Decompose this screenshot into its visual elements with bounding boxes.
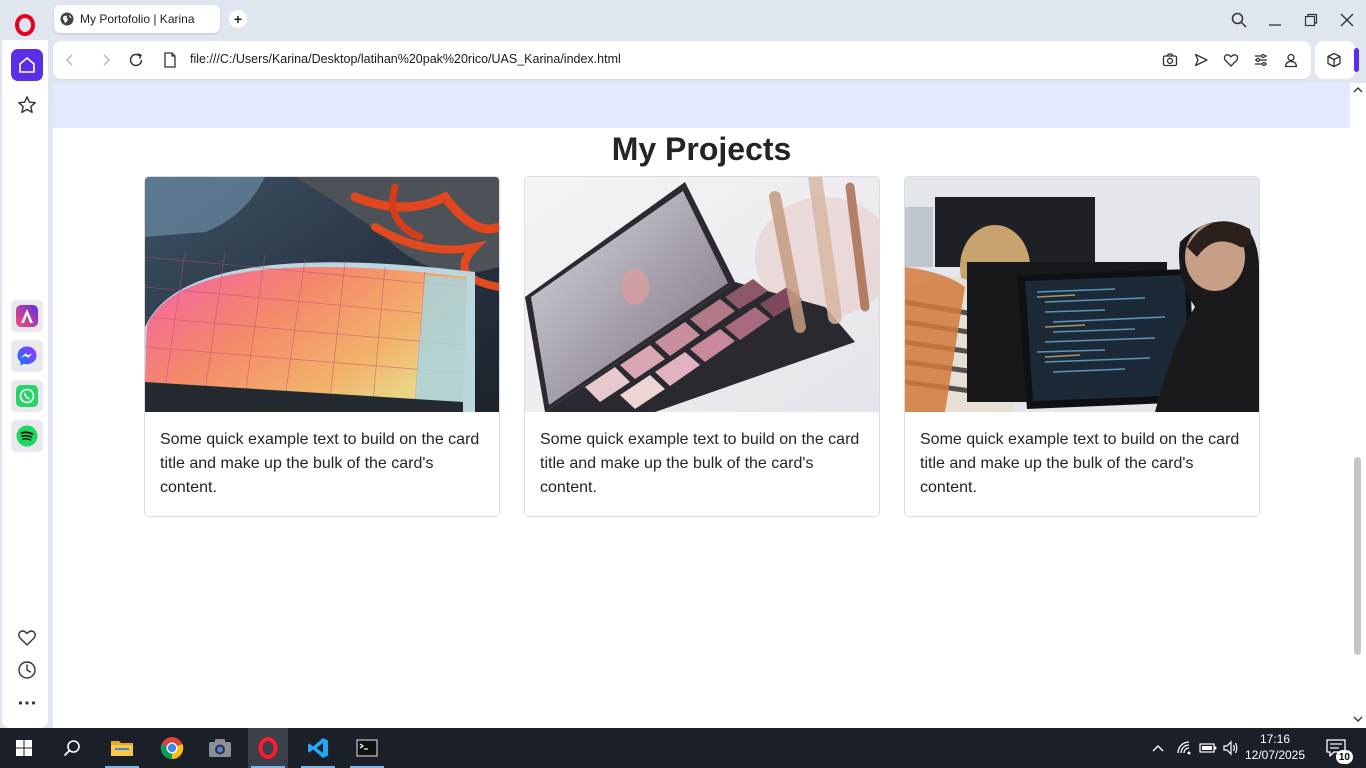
clock-time: 17:16: [1259, 732, 1291, 746]
camera-icon: [1162, 53, 1178, 67]
battery-status[interactable]: [1196, 728, 1220, 768]
messenger-icon: [17, 346, 37, 366]
cube-icon: [1327, 52, 1341, 68]
folder-icon: [111, 741, 133, 756]
address-bar: file:///C:/Users/Karina/Desktop/latihan%…: [53, 41, 1311, 79]
reload-icon: [129, 53, 143, 67]
user-icon: [1284, 53, 1298, 68]
keyboard-and-sneakers-photo: [145, 177, 499, 412]
sidebar-item-spotify[interactable]: [11, 420, 43, 452]
snapshot-button[interactable]: [1161, 51, 1179, 69]
more-dots-icon: [18, 701, 36, 705]
opera-logo-icon[interactable]: [12, 12, 38, 38]
home-button[interactable]: [11, 49, 43, 81]
notification-center-button[interactable]: 10: [1316, 728, 1356, 768]
project-card: Some quick example text to build on the …: [524, 176, 880, 517]
taskbar-clock[interactable]: 17:16 12/07/2025: [1244, 731, 1306, 763]
card-text: Some quick example text to build on the …: [920, 431, 1240, 496]
opera-icon: [258, 737, 278, 759]
file-icon: [161, 51, 179, 69]
heart-icon: [18, 630, 36, 646]
settings-sliders-icon: [1255, 53, 1267, 67]
makeup-palette-photo: [525, 177, 879, 412]
extensions-button[interactable]: [1315, 41, 1355, 79]
taskbar-search-button[interactable]: [52, 728, 92, 768]
browser-tab[interactable]: My Portofolio | Karina: [54, 5, 220, 33]
scroll-up-arrow-icon[interactable]: [1353, 86, 1363, 94]
close-button[interactable]: [1335, 8, 1359, 32]
start-button[interactable]: [4, 728, 44, 768]
taskbar-camera[interactable]: [200, 728, 240, 768]
taskbar-opera[interactable]: [248, 728, 288, 768]
flow-button[interactable]: [1192, 51, 1210, 69]
project-card: Some quick example text to build on the …: [144, 176, 500, 517]
profile-button[interactable]: [1282, 51, 1300, 69]
speaker-icon: [1223, 740, 1238, 756]
windows-taskbar: 17:16 12/07/2025 10: [0, 728, 1366, 768]
star-icon: [18, 96, 36, 114]
clock-date: 12/07/2025: [1244, 748, 1306, 762]
taskbar-file-explorer[interactable]: [102, 728, 142, 768]
clock-icon: [18, 661, 36, 679]
wifi-icon: [1177, 741, 1191, 755]
chrome-icon: [160, 737, 184, 760]
show-hidden-icons-button[interactable]: [1146, 728, 1170, 768]
page-scrollbar[interactable]: [1350, 83, 1366, 728]
new-tab-button[interactable]: +: [229, 10, 247, 28]
card-text: Some quick example text to build on the …: [540, 431, 860, 496]
notification-count-badge: 10: [1335, 750, 1353, 764]
back-button[interactable]: [61, 51, 79, 69]
chevron-left-icon: [66, 54, 73, 66]
sidebar-toggle-indicator[interactable]: [1354, 48, 1359, 72]
easy-setup-button[interactable]: [1252, 51, 1270, 69]
new-tab-symbol: +: [233, 11, 243, 27]
battery-icon: [1199, 743, 1217, 753]
home-icon: [19, 57, 35, 73]
hero-section-bottom: [53, 83, 1350, 128]
projects-heading: My Projects: [611, 131, 792, 167]
speed-dial-button[interactable]: [11, 89, 43, 121]
scroll-down-arrow-icon[interactable]: [1353, 715, 1363, 723]
windows-logo-icon: [16, 740, 32, 756]
bookmarks-button[interactable]: [11, 622, 43, 654]
aria-icon: [16, 305, 38, 327]
globe-icon: [60, 12, 74, 26]
chevron-right-icon: [103, 54, 110, 66]
send-icon: [1194, 53, 1208, 67]
reload-button[interactable]: [127, 51, 145, 69]
vscode-icon: [308, 738, 328, 758]
restore-button[interactable]: [1299, 8, 1323, 32]
tab-title: My Portofolio | Karina: [80, 12, 195, 26]
heart-outline-icon: [1223, 54, 1239, 67]
sidebar: [0, 40, 50, 728]
minimize-button[interactable]: [1263, 8, 1287, 32]
programmers-at-computer-photo: [905, 177, 1259, 412]
camera-app-icon: [209, 739, 231, 757]
search-tabs-icon[interactable]: [1227, 8, 1251, 32]
network-status[interactable]: [1172, 728, 1196, 768]
project-card: Some quick example text to build on the …: [904, 176, 1260, 517]
sidebar-item-messenger[interactable]: [11, 340, 43, 372]
spotify-icon: [16, 425, 38, 447]
scrollbar-thumb[interactable]: [1354, 457, 1361, 655]
chevron-up-icon: [1152, 745, 1164, 752]
sidebar-item-whatsapp[interactable]: [11, 380, 43, 412]
more-options-button[interactable]: [11, 687, 43, 719]
taskbar-chrome[interactable]: [152, 728, 192, 768]
taskbar-terminal[interactable]: [347, 728, 387, 768]
title-bar: My Portofolio | Karina +: [0, 0, 1366, 40]
history-button[interactable]: [11, 654, 43, 686]
sidebar-panel: [2, 40, 48, 728]
page-viewport: My Projects Some quick example text to b…: [53, 83, 1350, 728]
url-field[interactable]: file:///C:/Users/Karina/Desktop/latihan%…: [190, 52, 621, 66]
volume-control[interactable]: [1219, 728, 1243, 768]
sidebar-item-aria[interactable]: [11, 300, 43, 332]
forward-button[interactable]: [97, 51, 115, 69]
whatsapp-icon: [16, 385, 38, 407]
terminal-icon: [356, 739, 378, 757]
taskbar-vscode[interactable]: [298, 728, 338, 768]
bookmark-page-button[interactable]: [1222, 51, 1240, 69]
search-icon: [63, 740, 80, 757]
card-text: Some quick example text to build on the …: [160, 431, 480, 496]
